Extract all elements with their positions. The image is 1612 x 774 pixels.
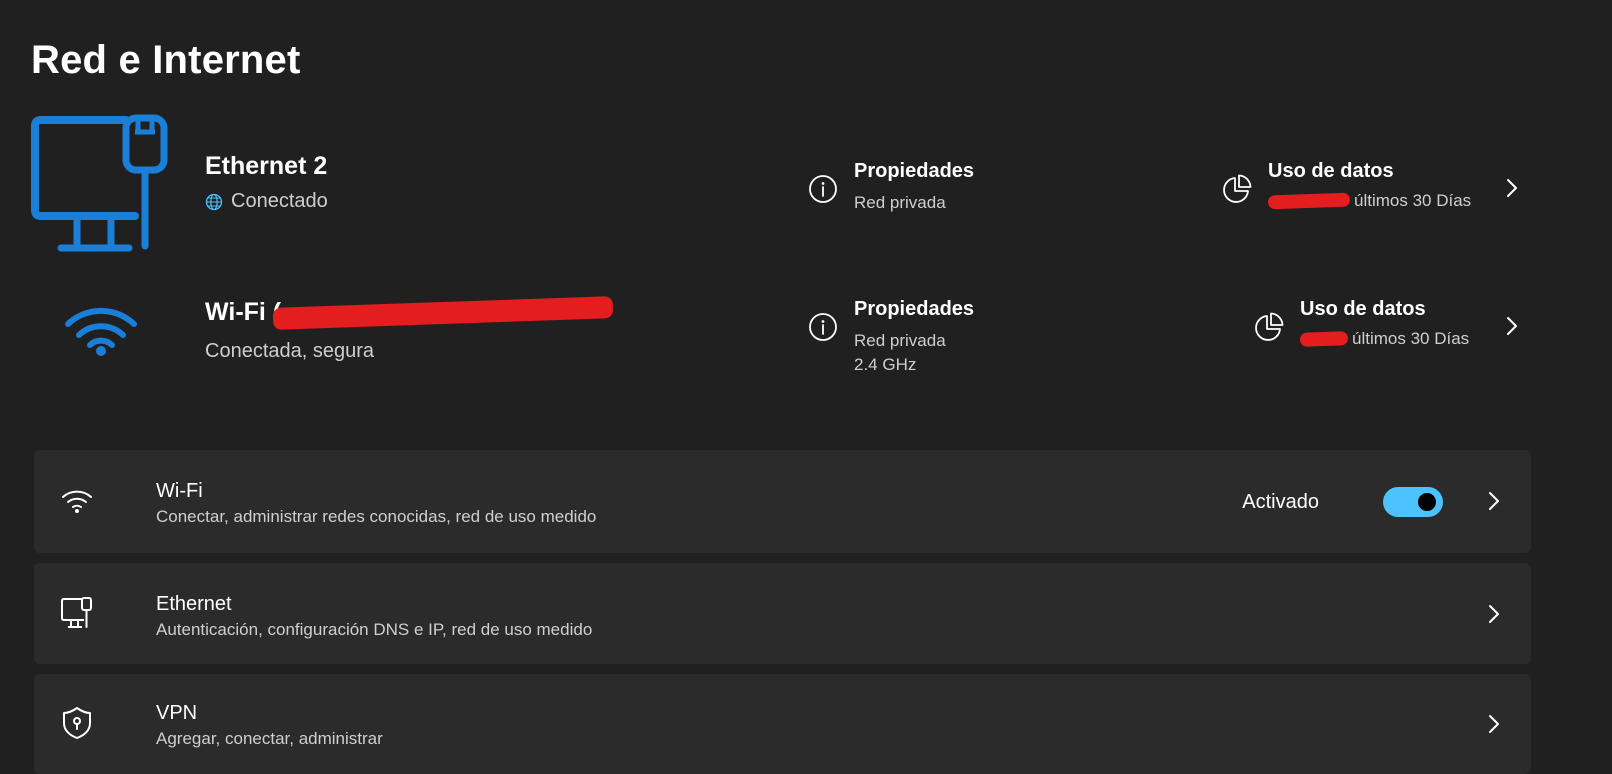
data-usage-amount: últimos 30 Días [1267, 191, 1472, 211]
redaction-mark [1267, 192, 1351, 210]
info-icon [809, 175, 837, 203]
card-description: Agregar, conectar, administrar [156, 729, 383, 748]
redaction-mark [1299, 331, 1349, 347]
wifi-connection-row: Wi-Fi ( Conectada, segura Propiedades Re… [0, 280, 1540, 410]
card-title: Wi-Fi [156, 480, 203, 502]
connection-status: Conectado [205, 190, 328, 213]
network-band: 2.4 GHz [854, 355, 917, 374]
card-description: Autenticación, configuración DNS e IP, r… [156, 620, 593, 639]
pie-chart-icon [1255, 312, 1284, 341]
network-profile: Red privada 2.4 GHz [854, 329, 974, 377]
chevron-right-icon[interactable] [1505, 178, 1519, 198]
properties-label: Propiedades [854, 160, 975, 182]
card-title: VPN [156, 702, 198, 724]
card-title: Ethernet [156, 593, 232, 615]
ethernet-icon [61, 597, 92, 628]
connection-name: Ethernet 2 [205, 152, 328, 180]
ethernet-connection-row: Ethernet 2 Conectado Propiedades Red pri… [0, 112, 1540, 262]
toggle-knob [1418, 493, 1436, 511]
network-profile: Red privada [854, 193, 946, 212]
card-description: Conectar, administrar redes conocidas, r… [156, 507, 597, 526]
info-icon [809, 313, 837, 341]
chevron-right-icon[interactable] [1487, 714, 1501, 734]
data-usage-link[interactable]: Uso de datos últimos 30 Días [1254, 298, 1469, 349]
pie-chart-icon [1223, 174, 1252, 203]
page-title: Red e Internet [31, 38, 301, 82]
ethernet-settings-card[interactable]: Ethernet Autenticación, configuración DN… [34, 563, 1531, 664]
data-usage-amount: últimos 30 Días [1299, 329, 1470, 349]
connection-status-label: Conectado [231, 190, 328, 212]
connection-name: Wi-Fi ( [205, 295, 617, 330]
globe-icon [205, 193, 223, 210]
data-usage-label: Uso de datos [1268, 160, 1394, 182]
wifi-toggle[interactable] [1383, 487, 1443, 517]
chevron-right-icon[interactable] [1487, 491, 1501, 511]
data-usage-link[interactable]: Uso de datos últimos 30 Días [1222, 160, 1471, 211]
wifi-settings-card[interactable]: Wi-Fi Conectar, administrar redes conoci… [34, 450, 1531, 553]
wifi-network-name: Wi-Fi ( [205, 298, 282, 326]
properties-link[interactable]: Propiedades Red privada [808, 160, 974, 215]
chevron-right-icon[interactable] [1487, 604, 1501, 624]
properties-label: Propiedades [854, 298, 975, 320]
data-usage-period: últimos 30 Días [1354, 191, 1472, 210]
connection-status: Conectada, segura [205, 340, 375, 362]
ethernet-pc-icon [31, 114, 168, 252]
shield-icon [63, 707, 91, 739]
wifi-icon [62, 490, 92, 513]
wifi-icon [65, 307, 137, 356]
redaction-mark [272, 295, 614, 330]
properties-link[interactable]: Propiedades Red privada 2.4 GHz [808, 298, 974, 377]
data-usage-label: Uso de datos [1300, 298, 1426, 320]
wifi-toggle-label: Activado [1242, 491, 1319, 513]
chevron-right-icon[interactable] [1505, 316, 1519, 336]
data-usage-period: últimos 30 Días [1352, 329, 1470, 348]
vpn-settings-card[interactable]: VPN Agregar, conectar, administrar [34, 674, 1531, 774]
network-profile-type: Red privada [854, 331, 946, 350]
